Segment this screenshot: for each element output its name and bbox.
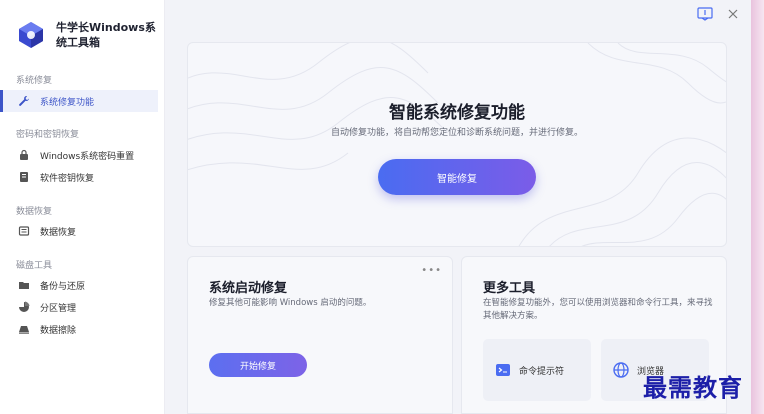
app-title: 牛学长Windows系统工具箱 xyxy=(56,21,156,49)
sidebar-item-data-recovery[interactable]: 数据恢复 xyxy=(0,220,158,242)
document-icon xyxy=(18,171,30,183)
window-edge xyxy=(751,0,764,414)
sidebar-item-erase[interactable]: 数据擦除 xyxy=(0,318,158,340)
section-title-password: 密码和密钥恢复 xyxy=(16,130,80,140)
sidebar-item-key-recovery[interactable]: 软件密钥恢复 xyxy=(0,166,158,188)
sidebar-item-label: 备份与还原 xyxy=(40,281,86,292)
watermark: 最需教育 xyxy=(643,373,743,402)
sidebar: 牛学长Windows系统工具箱 系统修复 系统修复功能 密码和密钥恢复 Wind… xyxy=(0,0,165,414)
brand: 牛学长Windows系统工具箱 xyxy=(16,20,156,50)
app-window: 牛学长Windows系统工具箱 系统修复 系统修复功能 密码和密钥恢复 Wind… xyxy=(0,0,751,414)
section-title-system-repair: 系统修复 xyxy=(16,76,53,86)
tool-label: 命令提示符 xyxy=(519,366,565,377)
pie-icon xyxy=(18,301,30,313)
drive-icon xyxy=(18,225,30,237)
sidebar-item-system-repair[interactable]: 系统修复功能 xyxy=(0,90,158,112)
globe-icon xyxy=(613,362,629,378)
more-tools-description: 在智能修复功能外，您可以使用浏览器和命令行工具，来寻找其他解决方案。 xyxy=(483,298,713,321)
wrench-icon xyxy=(18,95,30,107)
app-logo-icon xyxy=(19,22,43,48)
boot-repair-card: ••• 系统启动修复 修复其他可能影响 Windows 启动的问题。 开始修复 xyxy=(187,256,453,414)
contour-background xyxy=(188,43,726,246)
sidebar-item-label: Windows系统密码重置 xyxy=(40,151,135,162)
close-icon xyxy=(728,9,738,19)
smart-repair-button[interactable]: 智能修复 xyxy=(378,159,536,195)
sidebar-item-label: 系统修复功能 xyxy=(40,97,95,108)
feedback-button[interactable] xyxy=(697,6,713,22)
more-tools-title: 更多工具 xyxy=(483,281,536,296)
eraser-icon xyxy=(18,323,30,335)
sidebar-item-label: 数据擦除 xyxy=(40,325,77,336)
lock-icon xyxy=(18,149,30,161)
boot-repair-description: 修复其他可能影响 Windows 启动的问题。 xyxy=(209,298,372,308)
tool-command-prompt[interactable]: 命令提示符 xyxy=(483,339,591,401)
hero-description: 自动修复功能，将自动帮您定位和诊断系统问题，并进行修复。 xyxy=(330,128,583,138)
sidebar-item-label: 分区管理 xyxy=(40,303,77,314)
close-button[interactable] xyxy=(725,6,741,22)
sidebar-item-partition[interactable]: 分区管理 xyxy=(0,296,158,318)
sidebar-item-password-reset[interactable]: Windows系统密码重置 xyxy=(0,144,158,166)
section-title-disk-tools: 磁盘工具 xyxy=(16,261,53,271)
more-dots-icon[interactable]: ••• xyxy=(421,265,442,276)
sidebar-item-label: 数据恢复 xyxy=(40,227,77,238)
smart-repair-card: 智能系统修复功能 自动修复功能，将自动帮您定位和诊断系统问题，并进行修复。 智能… xyxy=(187,42,727,247)
sidebar-item-backup[interactable]: 备份与还原 xyxy=(0,274,158,296)
folder-icon xyxy=(18,279,30,291)
start-repair-button[interactable]: 开始修复 xyxy=(209,353,307,377)
feedback-icon xyxy=(697,7,713,21)
section-title-data-recovery: 数据恢复 xyxy=(16,207,53,217)
boot-repair-title: 系统启动修复 xyxy=(209,281,288,296)
sidebar-item-label: 软件密钥恢复 xyxy=(40,173,95,184)
hero-title: 智能系统修复功能 xyxy=(389,103,525,123)
terminal-icon xyxy=(495,362,511,378)
